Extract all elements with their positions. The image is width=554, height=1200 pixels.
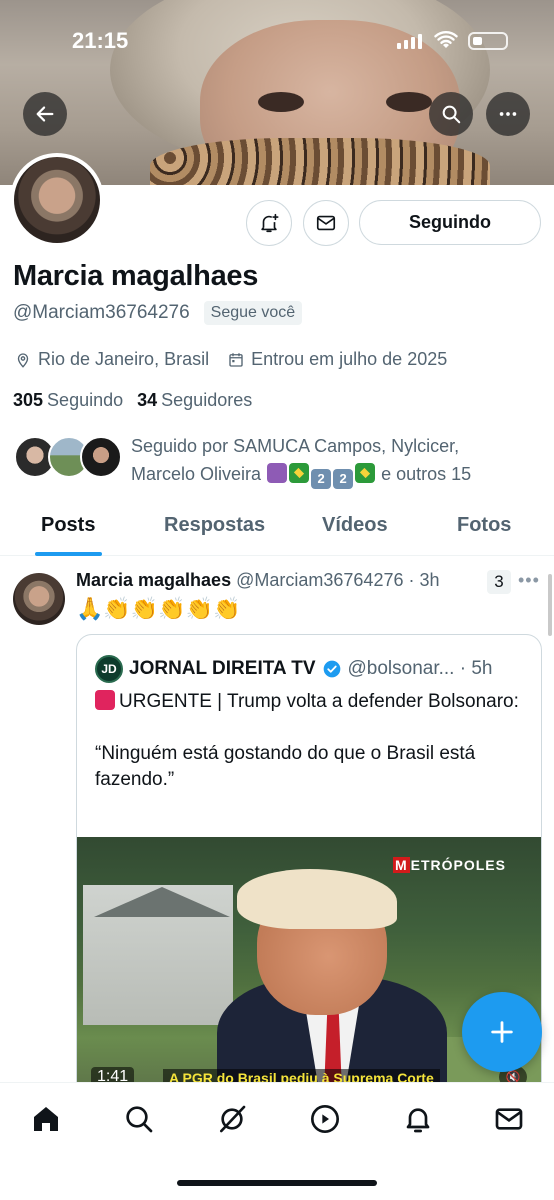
follow-counts: 305 Seguindo 34 Seguidores [13,390,252,411]
quote-author: JORNAL DIREITA TV [129,658,316,679]
post-header: Marcia magalhaes @Marciam36764276 · 3h [76,570,440,591]
post-handle-time: @Marciam36764276 · 3h [236,570,440,590]
play-icon [311,1105,339,1133]
profile-handle: @Marciam36764276 [13,302,190,323]
active-tab-indicator [35,552,102,556]
tab-videos[interactable]: Vídeos [322,514,388,537]
bell-plus-icon [261,213,279,233]
following-button[interactable]: Seguindo [359,200,541,245]
tab-posts[interactable]: Posts [41,514,95,537]
status-time: 21:15 [72,28,129,53]
post-text: 🙏👏👏👏👏👏 [76,596,241,621]
joined-text: Entrou em julho de 2025 [251,349,448,369]
message-button[interactable] [303,200,349,246]
follows-you-badge: Segue você [203,301,303,325]
search-icon [126,1106,153,1133]
post-more-icon[interactable]: ••• [518,570,540,591]
following-count[interactable]: 305 Seguindo [13,390,123,411]
cross-emoji-icon [267,463,288,483]
search-button[interactable] [429,92,473,136]
tab-respostas[interactable]: Respostas [164,514,265,537]
brazil-flag-icon [355,463,376,483]
quote-text: URGENTE | Trump volta a defender Bolsona… [95,690,519,790]
location-text: Rio de Janeiro, Brasil [38,349,210,369]
envelope-icon [316,215,336,231]
tab-fotos[interactable]: Fotos [457,514,511,537]
nav-messages[interactable] [491,1101,527,1137]
grok-icon [220,1105,246,1133]
more-button[interactable] [486,92,530,136]
profile-meta: Rio de Janeiro, Brasil Entrou em julho d… [14,349,447,370]
followed-by-text[interactable]: Seguido por SAMUCA Campos, Nylcicer, Mar… [131,432,541,489]
post-avatar[interactable] [13,573,65,625]
quote-handle-time: @bolsonar... · 5h [347,658,493,679]
status-bar: 21:15 [0,28,554,58]
calendar-icon [229,352,243,367]
compose-button[interactable] [462,992,542,1072]
home-indicator [177,1180,377,1186]
quote-avatar: JD [95,655,123,683]
nav-grok[interactable] [214,1101,250,1137]
plus-icon [491,1021,513,1043]
signal-icon [397,34,422,49]
followers-count[interactable]: 34 Seguidores [137,390,252,411]
back-button[interactable] [23,92,67,136]
quote-header: JD JORNAL DIREITA TV @bolsonar... · 5h [95,655,492,683]
nav-notifications[interactable] [400,1101,436,1137]
notify-button[interactable] [246,200,292,246]
arrow-left-icon [36,106,54,122]
search-icon [442,105,461,124]
nav-search[interactable] [121,1101,157,1137]
envelope-icon [495,1108,523,1130]
keycap-two-icon: 2 [333,469,354,489]
wifi-icon [434,31,458,48]
verified-badge-icon [323,660,340,678]
grok-count-badge[interactable]: 3 [487,570,511,594]
home-icon [34,1107,58,1131]
profile-tabs: Posts Respostas Vídeos Fotos [0,502,554,556]
bell-icon [406,1108,430,1133]
profile-avatar[interactable] [10,153,104,247]
video-player[interactable]: M ETRÓPOLES 1:41 A PGR do Brasil pediu à … [77,837,541,1103]
nav-video[interactable] [307,1101,343,1137]
scrollbar[interactable] [548,574,552,636]
handle-row: @Marciam36764276 Segue você [13,301,303,325]
siren-icon [95,690,115,710]
battery-icon [468,32,508,50]
post-author[interactable]: Marcia magalhaes [76,570,231,590]
more-icon [499,112,517,116]
nav-home[interactable] [28,1101,64,1137]
video-watermark: M ETRÓPOLES [392,857,506,873]
keycap-two-icon: 2 [311,469,332,489]
avatar [80,436,122,478]
profile-name: Marcia magalhaes [13,260,259,292]
location-pin-icon [17,352,29,368]
brazil-flag-icon [289,463,310,483]
